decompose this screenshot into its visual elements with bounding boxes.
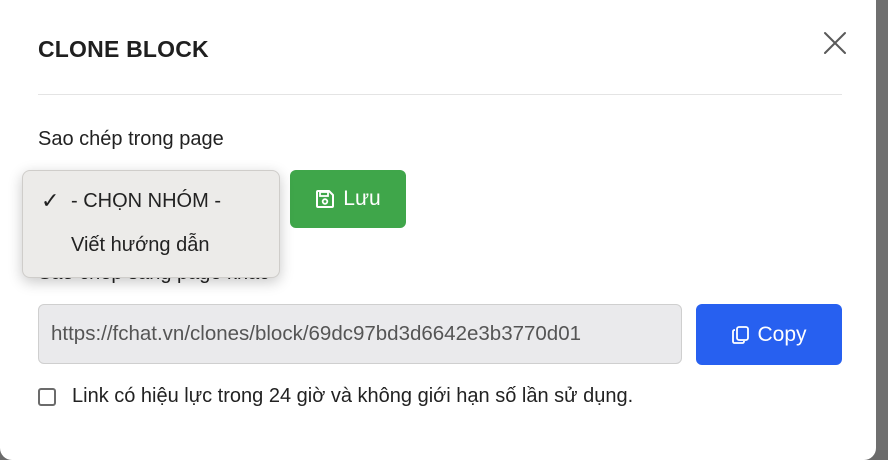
link-validity-label: Link có hiệu lực trong 24 giờ và không g… <box>72 385 634 407</box>
floppy-disk-icon <box>316 190 335 208</box>
copy-icon <box>732 325 750 344</box>
dropdown-option-guide[interactable]: Viết hướng dẫn <box>23 225 279 265</box>
save-button[interactable]: Lưu <box>290 170 406 228</box>
dropdown-option-label: - CHỌN NHÓM - <box>71 190 221 212</box>
copy-button[interactable]: Copy <box>696 304 842 365</box>
same-page-label: Sao chép trong page <box>38 128 224 150</box>
check-icon: ✓ <box>41 188 60 213</box>
dropdown-option-label: Viết hướng dẫn <box>71 234 210 256</box>
save-button-label: Lưu <box>343 187 381 210</box>
dropdown-option-choose-group[interactable]: ✓ - CHỌN NHÓM - <box>23 181 279 221</box>
clone-url-input[interactable] <box>38 304 682 364</box>
link-validity-checkbox[interactable] <box>38 388 56 406</box>
copy-button-label: Copy <box>757 322 807 346</box>
modal-title: CLONE BLOCK <box>38 36 209 62</box>
close-icon <box>824 32 846 54</box>
group-select-dropdown: ✓ - CHỌN NHÓM - Viết hướng dẫn <box>22 170 280 278</box>
clone-block-modal: CLONE BLOCK Sao chép trong page Lưu Sao … <box>0 0 876 460</box>
header-divider <box>38 94 842 95</box>
close-button[interactable] <box>820 28 850 58</box>
